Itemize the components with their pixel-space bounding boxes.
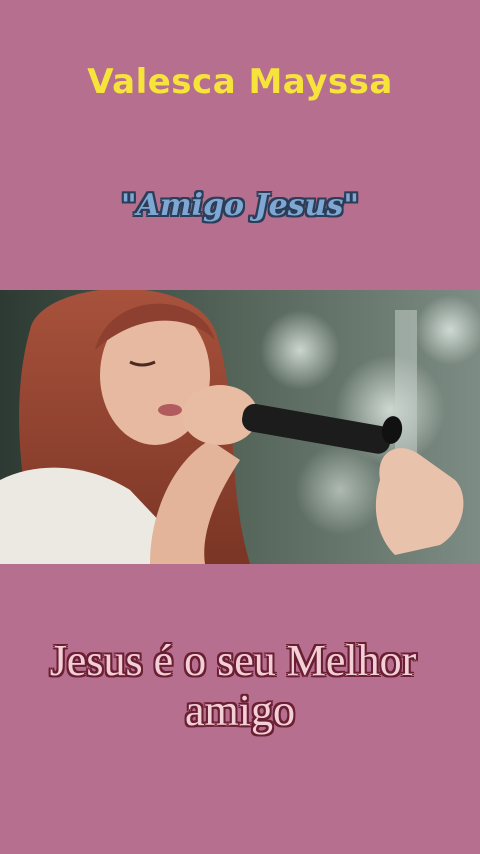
lyric-line-1: Jesus é o seu Melhor xyxy=(49,636,417,685)
lyric-line-2: amigo xyxy=(185,686,295,735)
lyric-caption: Jesus é o seu Melhor amigo xyxy=(0,636,480,736)
singer-photo xyxy=(0,290,480,564)
artist-name: Valesca Mayssa xyxy=(87,62,393,102)
song-title: "Amigo Jesus" xyxy=(121,188,359,223)
video-frame xyxy=(0,290,480,564)
